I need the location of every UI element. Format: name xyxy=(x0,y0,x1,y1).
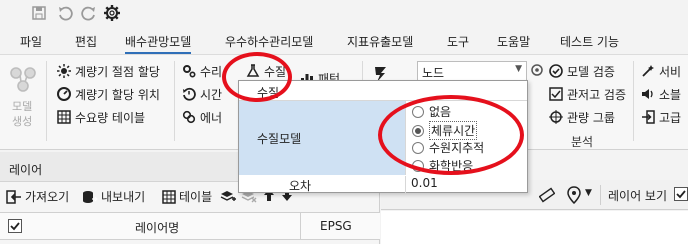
column-epsg[interactable]: EPSG xyxy=(320,219,352,233)
redo-icon[interactable] xyxy=(78,2,100,24)
gauge-icon xyxy=(57,87,71,101)
node-type-select-value: 노드 xyxy=(422,66,445,80)
model-check-button[interactable]: 모델 검증 xyxy=(549,61,615,81)
tolerance-row: 오차 0.01 xyxy=(239,176,527,193)
export-layer-button[interactable]: 내보내기 xyxy=(82,188,145,205)
tab-tools[interactable]: 도구 xyxy=(447,33,469,50)
save-icon[interactable] xyxy=(28,2,50,24)
ribbon-separator xyxy=(174,61,175,141)
database-export-icon xyxy=(83,190,98,203)
import-layer-label: 가져오기 xyxy=(25,190,70,204)
tab-file[interactable]: 파일 xyxy=(20,33,42,50)
quality-model-label: 수질모델 xyxy=(257,132,302,146)
network-model-icon xyxy=(10,67,36,92)
layer-panel-title: 레이어 xyxy=(9,163,43,177)
tolerance-value: 0.01 xyxy=(411,176,438,190)
quick-access-toolbar xyxy=(0,0,688,28)
analysis-group-label: 분석 xyxy=(571,135,594,149)
check-icon xyxy=(10,222,20,231)
tolerance-field[interactable]: 0.01 xyxy=(405,176,527,193)
table-icon xyxy=(57,110,71,124)
tab-edit[interactable]: 편집 xyxy=(75,33,97,50)
import-layer-button[interactable]: 가져오기 xyxy=(6,188,69,205)
login-icon xyxy=(642,110,655,124)
energy-options-label: 에너 xyxy=(200,110,223,125)
toolbar-separator xyxy=(600,185,601,205)
column-divider xyxy=(300,213,301,239)
valve-label: 소블 xyxy=(659,87,682,102)
water-demand-table-button[interactable]: 수요량 테이블 xyxy=(57,107,145,127)
gears-icon xyxy=(183,65,196,78)
table-icon xyxy=(162,189,176,204)
annotation-circle-options xyxy=(378,95,524,175)
layer-view-label: 레이어 보기 xyxy=(608,189,668,203)
meter-node-assign-button[interactable]: 계량기 절점 할당 xyxy=(57,61,160,81)
service-label: 서비 xyxy=(659,64,682,79)
clock-reset-icon xyxy=(183,87,196,101)
map-tools-strip xyxy=(387,204,497,210)
sun-gear-icon xyxy=(57,64,71,78)
tab-storm-sewer-model[interactable]: 우수하수관리모델 xyxy=(225,33,313,50)
node-settings-icon[interactable] xyxy=(530,63,544,80)
hydraulic-options-label: 수리 xyxy=(200,64,223,79)
time-options-label: 시간 xyxy=(200,87,223,102)
chevron-down-icon: ▼ xyxy=(515,64,522,74)
settings-icon[interactable] xyxy=(101,2,123,24)
undo-icon[interactable] xyxy=(54,2,76,24)
layer-table-button[interactable]: 테이블 xyxy=(162,188,212,205)
advanced-label: 고급 xyxy=(659,110,682,125)
hydraulic-options-button[interactable]: 수리 xyxy=(182,61,222,81)
service-button[interactable]: 서비 xyxy=(641,61,681,81)
tab-surface-runoff-model[interactable]: 지표유출모델 xyxy=(347,33,413,50)
add-layer-button[interactable] xyxy=(220,188,236,204)
export-layer-label: 내보내기 xyxy=(101,190,146,204)
pipe-group-button[interactable]: 관량 그룹 xyxy=(549,107,615,127)
import-icon xyxy=(6,189,21,204)
check-circle-icon xyxy=(549,64,563,78)
check-icon xyxy=(676,190,686,199)
select-all-checkbox[interactable] xyxy=(8,219,22,233)
menu-bar: 파일 편집 배수관망모델 우수하수관리모델 지표유출모델 도구 도움말 테스트 … xyxy=(0,28,688,54)
layers-add-icon xyxy=(220,191,236,201)
group-icon xyxy=(549,110,563,124)
energy-options-button[interactable]: 에너 xyxy=(182,107,222,127)
advanced-button[interactable]: 고급 xyxy=(641,107,681,127)
speaker-icon xyxy=(642,89,653,99)
pipe-calibration-label: 관저고 검증 xyxy=(567,87,627,102)
ribbon-separator xyxy=(46,61,47,141)
meter-node-assign-label: 계량기 절점 할당 xyxy=(75,64,160,79)
water-demand-table-label: 수요량 테이블 xyxy=(75,110,146,125)
layer-view-checkbox[interactable] xyxy=(674,187,688,201)
model-create-button[interactable]: 모델 생성 xyxy=(6,63,40,133)
meter-assign-location-label: 계량기 할당 위치 xyxy=(75,87,160,102)
model-create-label: 모델 생성 xyxy=(12,100,33,128)
ribbon-separator xyxy=(633,61,634,141)
energy-icon xyxy=(182,110,196,124)
ruler-icon[interactable] xyxy=(538,187,556,206)
wand-icon xyxy=(642,65,654,77)
time-options-button[interactable]: 시간 xyxy=(182,84,222,104)
annotation-circle-quality-button xyxy=(222,52,292,102)
tolerance-label: 오차 xyxy=(289,179,312,193)
column-layer-name[interactable]: 레이어명 xyxy=(135,219,179,236)
layer-table-header: 레이어명 EPSG xyxy=(0,212,380,240)
layer-table-label: 테이블 xyxy=(179,190,213,204)
meter-assign-location-button[interactable]: 계량기 할당 위치 xyxy=(57,84,160,104)
app-window: 파일 편집 배수관망모델 우수하수관리모델 지표유출모델 도구 도움말 테스트 … xyxy=(0,0,688,244)
tab-water-network-model[interactable]: 배수관망모델 xyxy=(125,33,192,54)
tab-test-features[interactable]: 테스트 기능 xyxy=(560,33,619,50)
pipe-check-icon xyxy=(549,87,563,101)
node-type-select[interactable]: 노드 ▼ xyxy=(417,61,527,81)
map-pin-icon[interactable] xyxy=(566,186,582,207)
valve-button[interactable]: 소블 xyxy=(641,84,681,104)
chevron-down-icon[interactable]: ▼ xyxy=(585,188,592,198)
tab-help[interactable]: 도움말 xyxy=(497,33,530,50)
pipe-calibration-button[interactable]: 관저고 검증 xyxy=(549,84,626,104)
model-check-label: 모델 검증 xyxy=(567,64,615,79)
pipe-group-label: 관량 그룹 xyxy=(567,110,615,125)
map-canvas[interactable] xyxy=(381,211,688,244)
